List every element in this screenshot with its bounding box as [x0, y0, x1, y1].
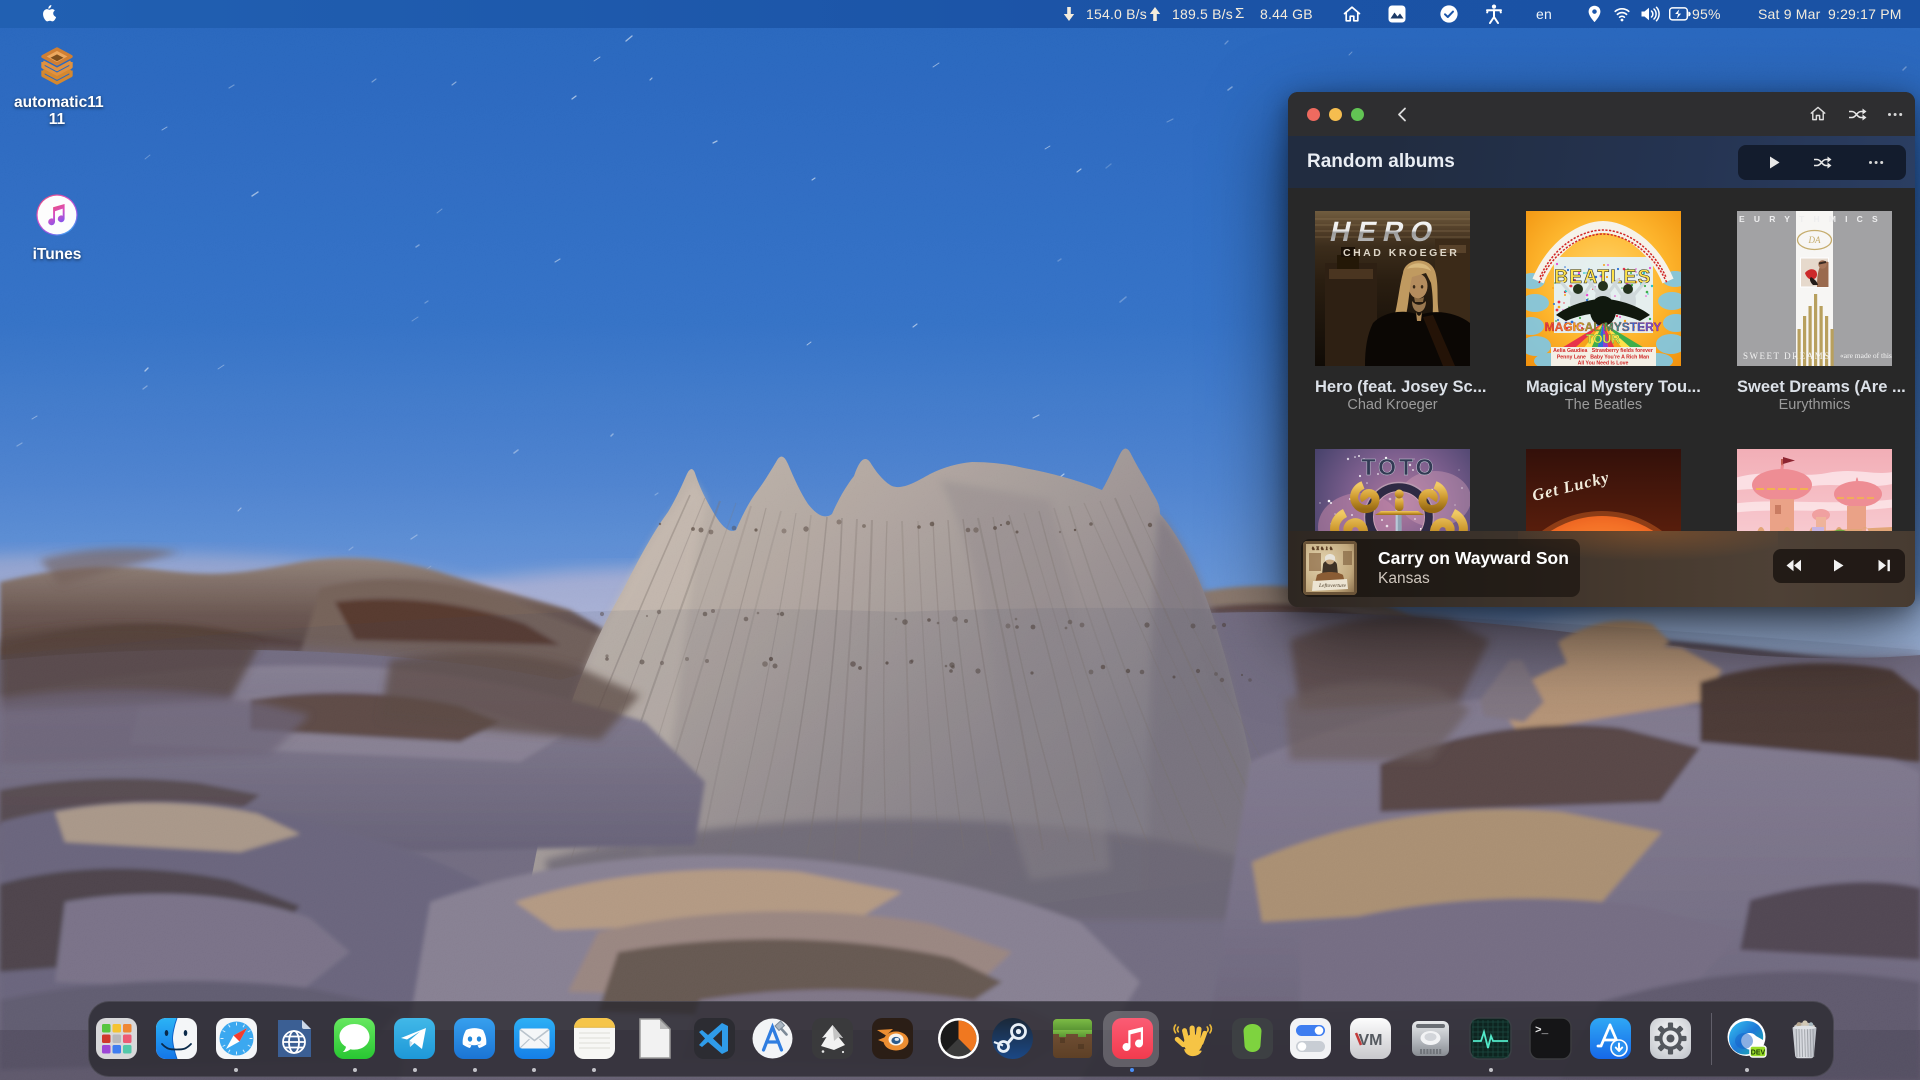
svg-text:All You Need Is Love: All You Need Is Love — [1578, 361, 1629, 367]
svg-text:TOTO: TOTO — [1361, 454, 1436, 480]
svg-text:CHAD KROEGER: CHAD KROEGER — [1343, 247, 1459, 259]
svg-text:Aelia Gaudiea Strawberry fie: Aelia Gaudiea Strawberry fields forever — [1553, 348, 1653, 354]
svg-text:DA: DA — [1808, 235, 1821, 245]
svg-text:HERO: HERO — [1327, 215, 1443, 247]
svg-text:Leftoverture: Leftoverture — [1318, 582, 1347, 589]
svg-text:EURYTHMICS: EURYTHMICS — [1739, 214, 1887, 224]
svg-text:«are made of this»: «are made of this» — [1840, 351, 1892, 360]
svg-text:SWEET DREAMS: SWEET DREAMS — [1743, 351, 1831, 361]
svg-text:TOUR: TOUR — [1586, 332, 1620, 346]
svg-text:♞♜♞♝♞: ♞♜♞♝♞ — [1311, 546, 1333, 552]
